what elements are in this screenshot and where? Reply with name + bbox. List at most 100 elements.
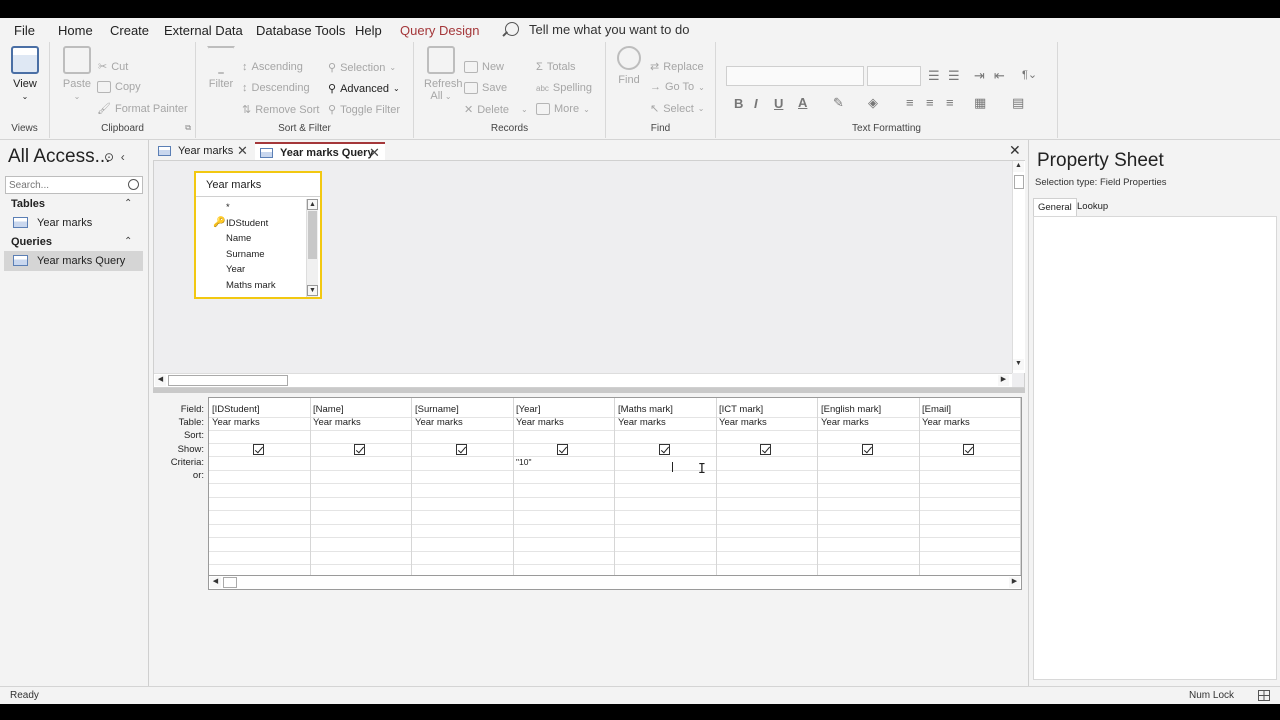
italic-icon[interactable]: I: [754, 96, 758, 111]
scroll-thumb[interactable]: [1014, 175, 1024, 189]
table-cell[interactable]: Year marks: [415, 417, 463, 428]
toggle-filter-button[interactable]: ⚲ Toggle Filter: [328, 103, 400, 117]
grid-column[interactable]: [Email] Year marks: [919, 398, 1021, 589]
fill-color-icon[interactable]: ◈: [868, 95, 878, 111]
font-name-dropdown[interactable]: [726, 66, 864, 86]
show-checkbox[interactable]: [456, 444, 467, 455]
table-cell[interactable]: Year marks: [313, 417, 361, 428]
field-cell[interactable]: [Email]: [922, 404, 951, 415]
menu-external-data[interactable]: External Data: [164, 23, 243, 38]
select-button[interactable]: ↖ Select ⌄: [650, 102, 705, 116]
bold-icon[interactable]: B: [734, 96, 743, 111]
nav-tables-header[interactable]: Tables: [11, 198, 45, 210]
field-list-window[interactable]: Year marks * 🔑 IDStudent Name Surname Ye…: [194, 171, 322, 299]
outdent-icon[interactable]: ⇤: [994, 68, 1005, 84]
indent-icon[interactable]: ⇥: [974, 68, 985, 84]
table-cell[interactable]: Year marks: [516, 417, 564, 428]
upper-vertical-scrollbar[interactable]: ▲ ▼: [1012, 161, 1025, 373]
nav-menu-icon[interactable]: ⊙: [104, 150, 114, 164]
show-checkbox[interactable]: [354, 444, 365, 455]
replace-button[interactable]: ⇄ Replace: [650, 60, 704, 74]
field-cell[interactable]: [Surname]: [415, 404, 459, 415]
scroll-right-icon[interactable]: ▶: [998, 375, 1009, 386]
scroll-thumb[interactable]: [168, 375, 288, 386]
copy-button[interactable]: Copy: [97, 81, 141, 93]
field-cell[interactable]: [IDStudent]: [212, 404, 260, 415]
scroll-down-icon[interactable]: ▼: [307, 285, 318, 296]
align-right-icon[interactable]: ≡: [946, 95, 954, 110]
descending-button[interactable]: ↕ Descending: [242, 82, 310, 94]
show-checkbox[interactable]: [253, 444, 264, 455]
grid-column[interactable]: [Name] Year marks: [310, 398, 412, 589]
nav-item-query[interactable]: Year marks Query: [4, 251, 143, 271]
font-color-icon[interactable]: A: [798, 95, 807, 110]
table-cell[interactable]: Year marks: [922, 417, 970, 428]
selection-button[interactable]: ⚲ Selection ⌄: [328, 61, 396, 75]
underline-icon[interactable]: U: [774, 96, 783, 111]
tab-general[interactable]: General: [1033, 198, 1077, 216]
search-icon[interactable]: [128, 179, 139, 190]
grid-column[interactable]: [Maths mark] Year marks: [615, 398, 717, 589]
ascending-button[interactable]: ↕ Ascending: [242, 61, 303, 73]
spelling-button[interactable]: abc Spelling: [536, 82, 592, 94]
menu-query-design[interactable]: Query Design: [400, 23, 479, 38]
tables-collapse-icon[interactable]: ⌃: [124, 198, 132, 209]
new-record-button[interactable]: New: [464, 61, 504, 73]
font-size-dropdown[interactable]: [867, 66, 921, 86]
clipboard-launcher-icon[interactable]: ⧉: [185, 123, 191, 133]
field-list-item[interactable]: Year: [226, 264, 245, 275]
menu-database-tools[interactable]: Database Tools: [256, 23, 345, 38]
goto-button[interactable]: → Go To ⌄: [650, 81, 705, 93]
field-list-item[interactable]: Surname: [226, 249, 265, 260]
field-list-item[interactable]: IDStudent: [226, 218, 268, 229]
numbering-icon[interactable]: ☰: [948, 68, 960, 84]
align-center-icon[interactable]: ≡: [926, 95, 934, 110]
show-checkbox[interactable]: [557, 444, 568, 455]
paragraph-icon[interactable]: ¶⌄: [1022, 68, 1037, 81]
show-checkbox[interactable]: [659, 444, 670, 455]
scroll-thumb[interactable]: [223, 577, 237, 588]
totals-button[interactable]: Σ Totals: [536, 61, 576, 73]
field-cell[interactable]: [Maths mark]: [618, 404, 673, 415]
show-checkbox[interactable]: [862, 444, 873, 455]
scroll-up-icon[interactable]: ▲: [1013, 161, 1024, 172]
upper-horizontal-scrollbar[interactable]: ◀ ▶: [154, 373, 1012, 387]
align-left-icon[interactable]: ≡: [906, 95, 914, 110]
grid-column[interactable]: [Surname] Year marks: [412, 398, 514, 589]
field-cell[interactable]: [English mark]: [821, 404, 881, 415]
highlight-icon[interactable]: ✎: [833, 95, 844, 111]
grid-column[interactable]: [Year] Year marks "10": [513, 398, 615, 589]
table-cell[interactable]: Year marks: [618, 417, 666, 428]
field-cell[interactable]: [ICT mark]: [719, 404, 763, 415]
menu-create[interactable]: Create: [110, 23, 149, 38]
nav-title[interactable]: All Access...: [8, 146, 110, 168]
field-cell[interactable]: [Name]: [313, 404, 344, 415]
close-document-icon[interactable]: ✕: [1009, 142, 1021, 159]
grid-column[interactable]: [English mark] Year marks: [818, 398, 920, 589]
format-painter-button[interactable]: 🖌 Format Painter: [97, 102, 188, 116]
grid-horizontal-scrollbar[interactable]: ◀ ▶: [208, 575, 1022, 590]
tab-year-marks-query[interactable]: Year marks Query ✕: [255, 142, 385, 161]
scroll-left-icon[interactable]: ◀: [155, 375, 166, 386]
table-cell[interactable]: Year marks: [821, 417, 869, 428]
field-list-item[interactable]: Maths mark: [226, 280, 276, 291]
nav-item-table[interactable]: Year marks: [4, 213, 143, 233]
close-icon[interactable]: ✕: [237, 142, 248, 160]
delete-record-button[interactable]: ✕ Delete ⌄: [464, 103, 528, 117]
view-design-icon[interactable]: [1258, 690, 1270, 701]
menu-help[interactable]: Help: [355, 23, 382, 38]
field-list-title[interactable]: Year marks: [196, 173, 320, 197]
more-button[interactable]: More ⌄: [536, 103, 590, 115]
refresh-all-button[interactable]: Refresh All ⌄: [424, 46, 463, 102]
field-cell[interactable]: [Year]: [516, 404, 540, 415]
scroll-up-icon[interactable]: ▲: [307, 199, 318, 210]
gridlines-icon[interactable]: ▦: [974, 95, 986, 111]
nav-search-input[interactable]: [5, 176, 143, 194]
scroll-right-icon[interactable]: ▶: [1009, 577, 1020, 588]
table-cell[interactable]: Year marks: [212, 417, 260, 428]
paste-button[interactable]: Paste ⌄: [62, 46, 92, 102]
tab-lookup[interactable]: Lookup: [1073, 198, 1112, 216]
bullets-icon[interactable]: ☰: [928, 68, 940, 84]
view-button[interactable]: View ⌄: [11, 46, 39, 102]
field-list-item[interactable]: *: [226, 202, 230, 213]
